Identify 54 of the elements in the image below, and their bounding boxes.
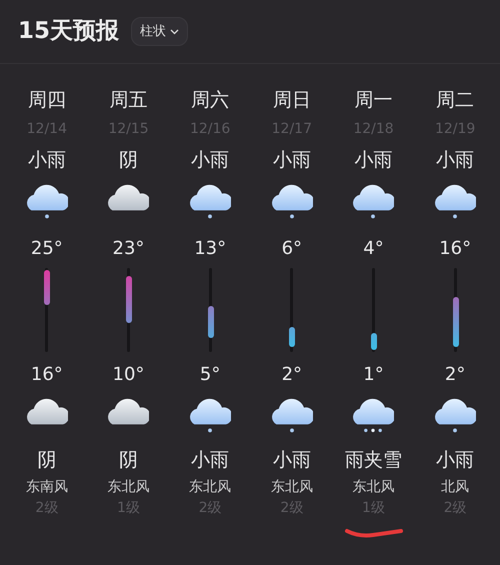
temperature-range-bar (208, 306, 214, 338)
high-temperature: 4° (363, 237, 384, 261)
wind-direction: 东南风 (26, 478, 68, 497)
wind-direction: 东北风 (189, 478, 232, 497)
weather-text: 小雨 (272, 448, 311, 473)
low-temperature: 5° (200, 363, 220, 387)
rain-cloud-icon (434, 398, 476, 434)
low-temperature: 2° (444, 363, 466, 387)
title: 15天预报 (18, 17, 120, 46)
weekday: 周二 (436, 88, 474, 113)
weather-text: 阴 (118, 148, 138, 173)
rain-cloud-icon (189, 398, 232, 434)
low-temperature: 10° (112, 363, 144, 387)
high-temperature: 25° (30, 237, 63, 261)
high-temperature: 16° (439, 237, 472, 261)
temperature-range-bar (452, 297, 459, 347)
high-temperature: 13° (194, 237, 226, 261)
weekday: 周五 (109, 88, 148, 113)
sleet-cloud-icon (352, 398, 394, 434)
low-temperature: 1° (363, 363, 384, 387)
rain-cloud-icon (26, 184, 68, 220)
weekday: 周四 (28, 88, 66, 113)
view-dropdown[interactable]: 柱状 (131, 16, 188, 46)
low-temperature: 16° (30, 363, 63, 387)
rain-cloud-icon (434, 184, 476, 220)
rain-cloud-icon (270, 184, 313, 220)
wind-direction: 北风 (441, 478, 470, 497)
weather-text: 阴 (118, 448, 138, 473)
weather-text: 小雨 (354, 148, 392, 173)
weather-text: 小雨 (272, 148, 311, 173)
weekday: 周六 (191, 88, 230, 113)
temperature-range-bar (289, 327, 296, 347)
chevron-down-icon (170, 28, 180, 34)
wind-direction: 东北风 (270, 478, 313, 497)
weather-text: 小雨 (436, 148, 474, 173)
wind-direction: 东北风 (107, 478, 150, 497)
weather-text: 小雨 (436, 448, 474, 473)
low-temperature: 2° (282, 363, 302, 387)
rain-cloud-icon (270, 398, 313, 434)
rain-cloud-icon (352, 184, 394, 220)
high-temperature: 6° (282, 237, 302, 261)
temperature-range-bar (370, 333, 377, 350)
weekday: 周日 (272, 88, 311, 113)
temperature-range-bar (126, 276, 132, 323)
weather-text: 雨夹雪 (344, 448, 402, 473)
weather-text: 小雨 (191, 448, 230, 473)
weekday: 周一 (354, 88, 392, 113)
weather-text: 小雨 (191, 148, 230, 173)
high-temperature: 23° (112, 237, 144, 261)
weather-text: 阴 (37, 448, 56, 473)
weather-text: 小雨 (28, 148, 66, 173)
rain-cloud-icon (189, 184, 232, 220)
temperature-range-bar (44, 270, 50, 305)
wind-direction: 东北风 (352, 478, 394, 497)
